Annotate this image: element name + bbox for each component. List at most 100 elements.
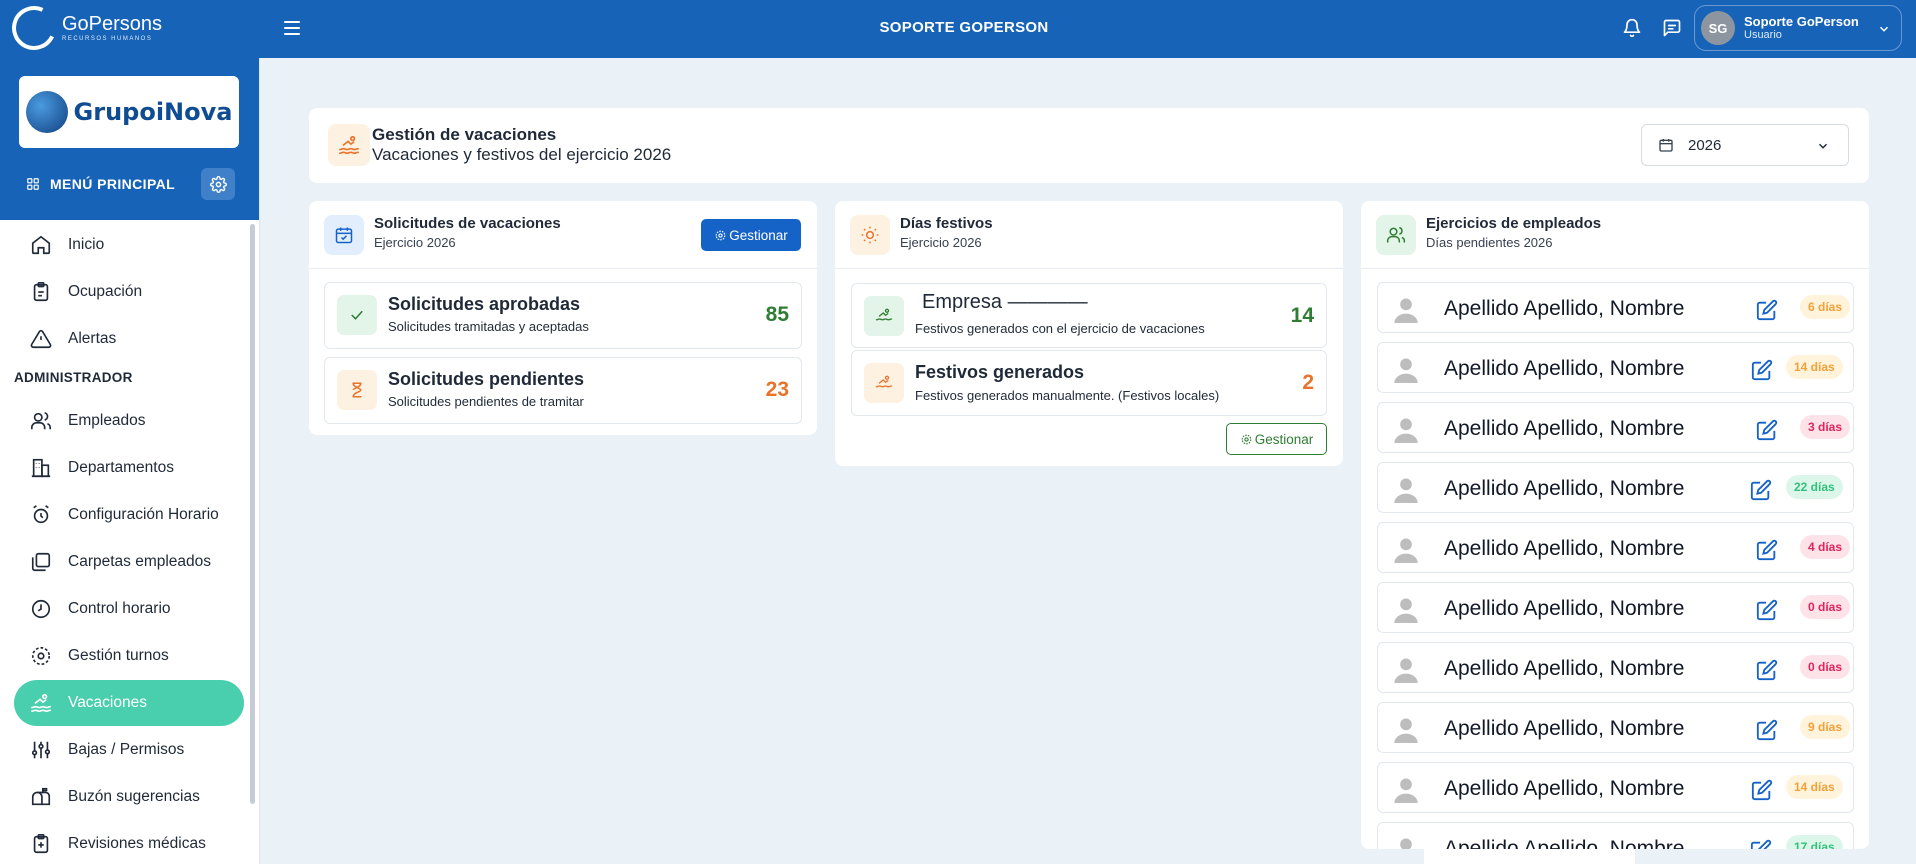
- main-menu-toggle[interactable]: MENÚ PRINCIPAL: [26, 176, 175, 192]
- approved-title: Solicitudes aprobadas: [388, 294, 581, 314]
- company-holidays-stat[interactable]: Empresa ———— Festivos generados con el e…: [851, 283, 1327, 348]
- company-logo-icon: [25, 91, 68, 133]
- folders-icon: [31, 552, 51, 572]
- sidebar-item-alertas[interactable]: Alertas: [14, 316, 244, 362]
- avatar: SG: [1701, 11, 1735, 45]
- sidebar-item-buzon-sugerencias[interactable]: Buzón sugerencias: [14, 774, 244, 820]
- sidebar-item-empleados[interactable]: Empleados: [14, 398, 244, 444]
- edit-icon[interactable]: [1756, 299, 1778, 321]
- sidebar-item-gestion-turnos[interactable]: Gestión turnos: [14, 633, 244, 679]
- manage-requests-button[interactable]: Gestionar: [701, 219, 801, 251]
- calendar-icon: [1659, 139, 1673, 152]
- generated-holidays-subtitle: Festivos generados manualmente. (Festivo…: [915, 388, 1220, 403]
- employee-name: Apellido Apellido, Nombre: [1444, 417, 1685, 440]
- swim-icon: [864, 296, 904, 336]
- sidebar-item-label: Control horario: [68, 600, 171, 617]
- sidebar-item-label: Empleados: [68, 412, 146, 429]
- edit-icon[interactable]: [1751, 779, 1773, 801]
- settings-button[interactable]: [201, 168, 235, 200]
- sidebar-item-configuracion-horario[interactable]: Configuración Horario: [14, 492, 244, 538]
- sidebar-item-departamentos[interactable]: Departamentos: [14, 445, 244, 491]
- sidebar-item-vacaciones[interactable]: Vacaciones: [14, 680, 244, 726]
- sidebar-item-label: Bajas / Permisos: [68, 741, 185, 758]
- sidebar-item-revisiones-medicas[interactable]: Revisiones médicas: [14, 821, 244, 864]
- company-name: GrupoiNova: [73, 98, 233, 126]
- pending-requests-stat[interactable]: Solicitudes pendientes Solicitudes pendi…: [324, 357, 802, 424]
- edit-icon[interactable]: [1751, 359, 1773, 381]
- user-avatar-icon: [1394, 658, 1418, 683]
- users-icon: [1376, 215, 1416, 255]
- shift-icon: [31, 646, 51, 666]
- employee-name: Apellido Apellido, Nombre: [1444, 717, 1685, 740]
- days-badge: 9 días: [1800, 715, 1851, 739]
- employee-name: Apellido Apellido, Nombre: [1444, 657, 1685, 680]
- employee-row[interactable]: Apellido Apellido, Nombre 17 días: [1377, 822, 1854, 849]
- edit-icon[interactable]: [1756, 599, 1778, 621]
- user-menu[interactable]: SG Soporte GoPerson Usuario: [1694, 5, 1902, 51]
- bell-icon[interactable]: [1620, 16, 1644, 40]
- employee-row[interactable]: Apellido Apellido, Nombre 6 días: [1377, 282, 1854, 333]
- sidebar-item-label: Configuración Horario: [68, 506, 219, 523]
- sidebar-item-label: Departamentos: [68, 459, 174, 476]
- hourglass-icon: [337, 370, 377, 410]
- approved-requests-stat[interactable]: Solicitudes aprobadas Solicitudes tramit…: [324, 282, 802, 349]
- employee-row[interactable]: Apellido Apellido, Nombre 14 días: [1377, 342, 1854, 393]
- user-avatar-icon: [1394, 718, 1418, 743]
- days-badge: 17 días: [1786, 835, 1843, 849]
- employee-row[interactable]: Apellido Apellido, Nombre 0 días: [1377, 582, 1854, 633]
- sidebar-item-label: Revisiones médicas: [68, 835, 206, 852]
- sidebar-header: GrupoiNova MENÚ PRINCIPAL: [0, 58, 259, 220]
- employee-row[interactable]: Apellido Apellido, Nombre 3 días: [1377, 402, 1854, 453]
- home-icon: [31, 235, 51, 255]
- employee-row[interactable]: Apellido Apellido, Nombre 22 días: [1377, 462, 1854, 513]
- edit-icon[interactable]: [1756, 659, 1778, 681]
- year-select-value: 2026: [1688, 136, 1722, 154]
- company-holidays-subtitle: Festivos generados con el ejercicio de v…: [915, 321, 1205, 336]
- employee-exercises-subtitle: Días pendientes 2026: [1426, 235, 1553, 250]
- company-holidays-title: Empresa ————: [922, 291, 1088, 313]
- employee-row[interactable]: Apellido Apellido, Nombre 0 días: [1377, 642, 1854, 693]
- sidebar-section-admin: ADMINISTRADOR: [14, 370, 133, 385]
- employee-row[interactable]: Apellido Apellido, Nombre 14 días: [1377, 762, 1854, 813]
- sidebar-scrollbar[interactable]: [250, 224, 255, 804]
- manage-holidays-button[interactable]: Gestionar: [1226, 423, 1327, 455]
- page-header: Gestión de vacaciones Vacaciones y festi…: [309, 108, 1869, 183]
- employee-name: Apellido Apellido, Nombre: [1444, 357, 1685, 380]
- chat-icon[interactable]: [1660, 16, 1684, 40]
- user-avatar-icon: [1394, 418, 1418, 443]
- requests-card-subtitle: Ejercicio 2026: [374, 235, 456, 250]
- user-avatar-icon: [1394, 538, 1418, 563]
- sliders-icon: [31, 741, 51, 759]
- building-icon: [31, 458, 51, 478]
- company-logo: GrupoiNova: [19, 76, 239, 148]
- sidebar: GrupoiNova MENÚ PRINCIPAL Inicio Ocupaci…: [0, 58, 260, 864]
- grid-icon: [27, 178, 39, 190]
- employee-row[interactable]: Apellido Apellido, Nombre 9 días: [1377, 702, 1854, 753]
- requests-card-header: Solicitudes de vacaciones Ejercicio 2026…: [309, 201, 817, 269]
- generated-holidays-stat[interactable]: Festivos generados Festivos generados ma…: [851, 350, 1327, 416]
- page-subtitle: Vacaciones y festivos del ejercicio 2026: [372, 145, 672, 164]
- employee-exercises-header: Ejercicios de empleados Días pendientes …: [1361, 201, 1869, 269]
- holidays-card: Días festivos Ejercicio 2026 Empresa ———…: [835, 201, 1343, 466]
- days-badge: 0 días: [1800, 595, 1851, 619]
- sidebar-item-bajas-permisos[interactable]: Bajas / Permisos: [14, 727, 244, 773]
- edit-icon[interactable]: [1756, 719, 1778, 741]
- edit-icon[interactable]: [1750, 479, 1772, 501]
- sidebar-item-ocupacion[interactable]: Ocupación: [14, 269, 244, 315]
- days-badge: 4 días: [1800, 535, 1851, 559]
- year-select[interactable]: 2026: [1641, 124, 1849, 166]
- sidebar-item-inicio[interactable]: Inicio: [14, 222, 244, 268]
- sidebar-item-control-horario[interactable]: Control horario: [14, 586, 244, 632]
- edit-icon[interactable]: [1756, 419, 1778, 441]
- days-badge: 14 días: [1786, 355, 1843, 379]
- sidebar-item-label: Buzón sugerencias: [68, 788, 200, 805]
- edit-icon[interactable]: [1750, 839, 1772, 849]
- employee-exercises-title: Ejercicios de empleados: [1426, 215, 1602, 232]
- days-badge: 0 días: [1800, 655, 1851, 679]
- employee-row[interactable]: Apellido Apellido, Nombre 4 días: [1377, 522, 1854, 573]
- edit-icon[interactable]: [1756, 539, 1778, 561]
- days-badge: 3 días: [1800, 415, 1851, 439]
- footer-strip: [1424, 849, 1635, 864]
- sidebar-item-carpetas-empleados[interactable]: Carpetas empleados: [14, 539, 244, 585]
- approved-subtitle: Solicitudes tramitadas y aceptadas: [388, 319, 589, 334]
